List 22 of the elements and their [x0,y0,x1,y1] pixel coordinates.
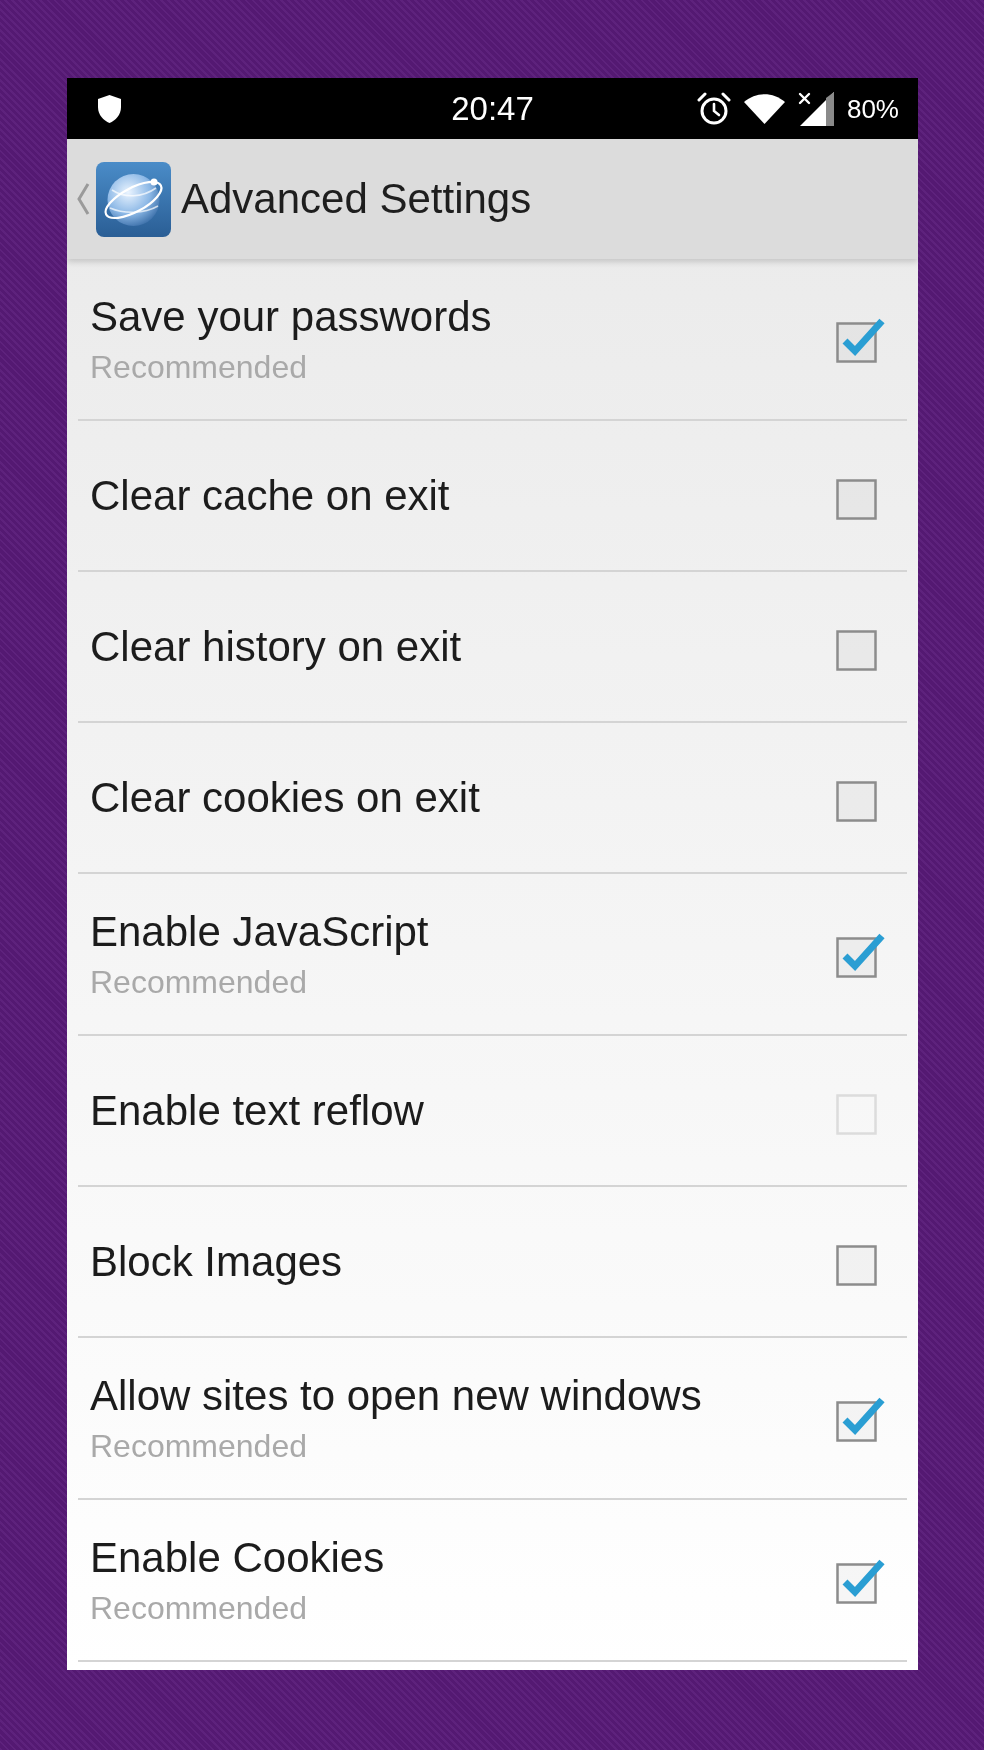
setting-title: Clear cache on exit [90,471,451,520]
screen-title: Advanced Settings [181,174,532,224]
setting-subtitle: Recommended [90,1590,308,1626]
alarm-clock-icon [696,91,731,126]
globe-icon[interactable] [96,161,171,237]
setting-title: Enable Cookies [90,1534,386,1582]
setting-title: Allow sites to open new windows [90,1372,703,1420]
signal-icon [797,91,834,126]
back-icon[interactable] [76,182,90,216]
battery-percent: 80% [846,92,899,125]
status-time: 20:47 [451,88,534,129]
setting-subtitle: Recommended [90,1428,308,1464]
shield-icon [98,94,121,123]
setting-title: Clear history on exit [90,622,463,671]
setting-title: Block Images [90,1237,344,1286]
setting-title: Enable text reflow [90,1086,425,1135]
setting-title: Clear cookies on exit [90,773,481,822]
setting-subtitle: Recommended [90,349,308,385]
setting-title: Enable JavaScript [90,908,430,956]
wifi-icon [743,93,785,124]
setting-subtitle: Recommended [90,964,308,1000]
setting-title: Save your passwords [90,293,493,341]
